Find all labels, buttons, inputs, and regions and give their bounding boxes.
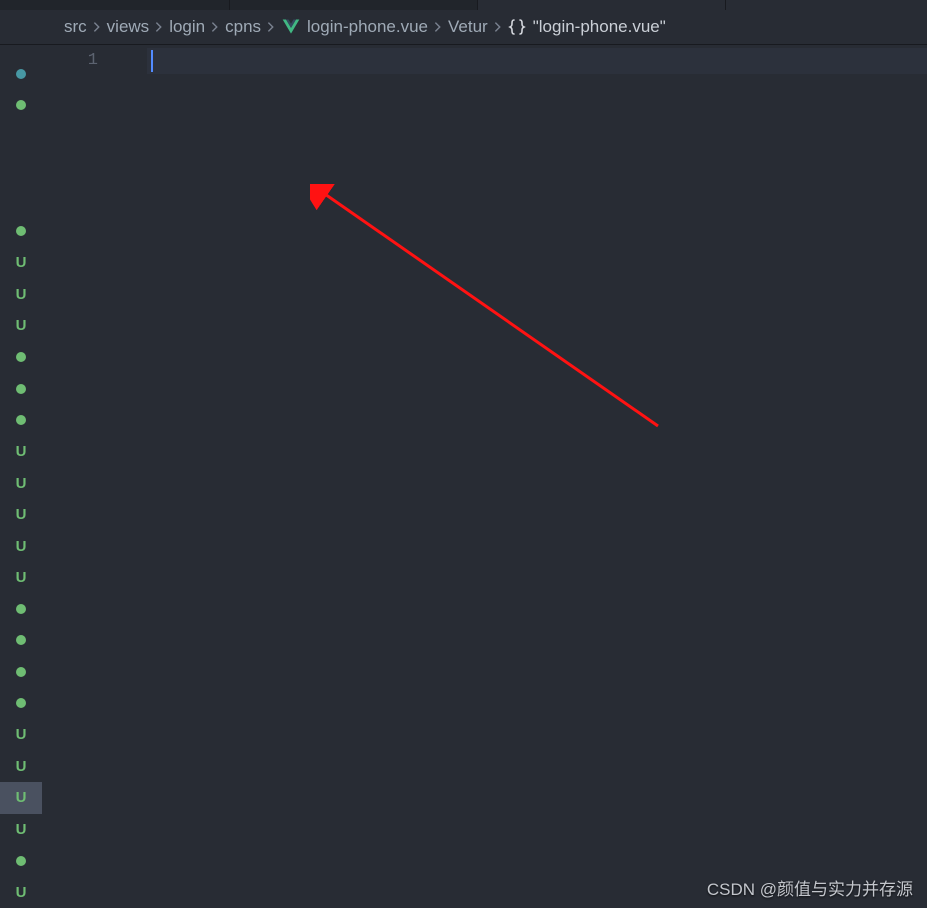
breadcrumb-item[interactable]: views: [107, 17, 150, 37]
breadcrumb-label: "login-phone.vue": [533, 17, 666, 37]
git-status-modified-icon[interactable]: [0, 341, 42, 372]
git-status-untracked[interactable]: U: [0, 877, 42, 908]
git-status-modified-icon[interactable]: [0, 404, 42, 435]
editor-tab[interactable]: [230, 0, 478, 10]
git-status-modified-icon[interactable]: [0, 89, 42, 120]
text-cursor: [151, 50, 153, 72]
git-status-modified-icon[interactable]: [0, 215, 42, 246]
chevron-right-icon: [87, 20, 107, 34]
git-status-modified-icon[interactable]: [0, 845, 42, 876]
line-number: 1: [42, 48, 122, 74]
chevron-right-icon: [205, 20, 225, 34]
line-number-column: 1: [42, 45, 122, 74]
git-status-untracked[interactable]: U: [0, 530, 42, 561]
git-status-modified-icon[interactable]: [0, 58, 42, 89]
breadcrumb-item[interactable]: cpns: [225, 17, 261, 37]
gutter-spacer: [0, 121, 42, 152]
file-gutter: UUUUUUUUUUUUU: [0, 45, 42, 908]
git-status-untracked[interactable]: U: [0, 751, 42, 782]
breadcrumb: src views login cpns login-phone.vue Vet…: [0, 10, 927, 45]
breadcrumb-item[interactable]: login-phone.vue: [281, 17, 428, 37]
editor-tab-active[interactable]: [478, 0, 726, 10]
breadcrumb-item[interactable]: Vetur: [448, 17, 488, 37]
tab-bar-space: [726, 0, 927, 10]
git-status-untracked[interactable]: U: [0, 782, 42, 813]
chevron-right-icon: [149, 20, 169, 34]
chevron-right-icon: [261, 20, 281, 34]
code-area[interactable]: [147, 48, 927, 74]
breadcrumb-item-current[interactable]: "login-phone.vue": [508, 17, 666, 37]
git-status-untracked[interactable]: U: [0, 467, 42, 498]
git-status-untracked[interactable]: U: [0, 278, 42, 309]
watermark: CSDN @颜值与实力并存源: [707, 875, 913, 900]
vue-icon: [281, 18, 301, 36]
git-status-untracked[interactable]: U: [0, 247, 42, 278]
tab-bar: [0, 0, 927, 10]
git-status-modified-icon[interactable]: [0, 373, 42, 404]
git-status-modified-icon[interactable]: [0, 656, 42, 687]
git-status-modified-icon[interactable]: [0, 593, 42, 624]
git-status-untracked[interactable]: U: [0, 562, 42, 593]
git-status-untracked[interactable]: U: [0, 310, 42, 341]
git-status-untracked[interactable]: U: [0, 814, 42, 845]
git-status-untracked[interactable]: U: [0, 436, 42, 467]
code-editor[interactable]: 1: [42, 45, 927, 908]
editor-tab[interactable]: [0, 0, 230, 10]
git-status-untracked[interactable]: U: [0, 499, 42, 530]
git-status-modified-icon[interactable]: [0, 625, 42, 656]
git-status-untracked[interactable]: U: [0, 719, 42, 750]
breadcrumb-item[interactable]: login: [169, 17, 205, 37]
git-status-modified-icon[interactable]: [0, 688, 42, 719]
gutter-spacer: [0, 184, 42, 215]
chevron-right-icon: [488, 20, 508, 34]
current-line[interactable]: [147, 48, 927, 74]
editor-main: UUUUUUUUUUUUU 1: [0, 45, 927, 908]
breadcrumb-item[interactable]: src: [64, 17, 87, 37]
gutter-spacer: [0, 152, 42, 183]
chevron-right-icon: [428, 20, 448, 34]
braces-icon: [508, 18, 526, 36]
breadcrumb-label: login-phone.vue: [307, 17, 428, 37]
